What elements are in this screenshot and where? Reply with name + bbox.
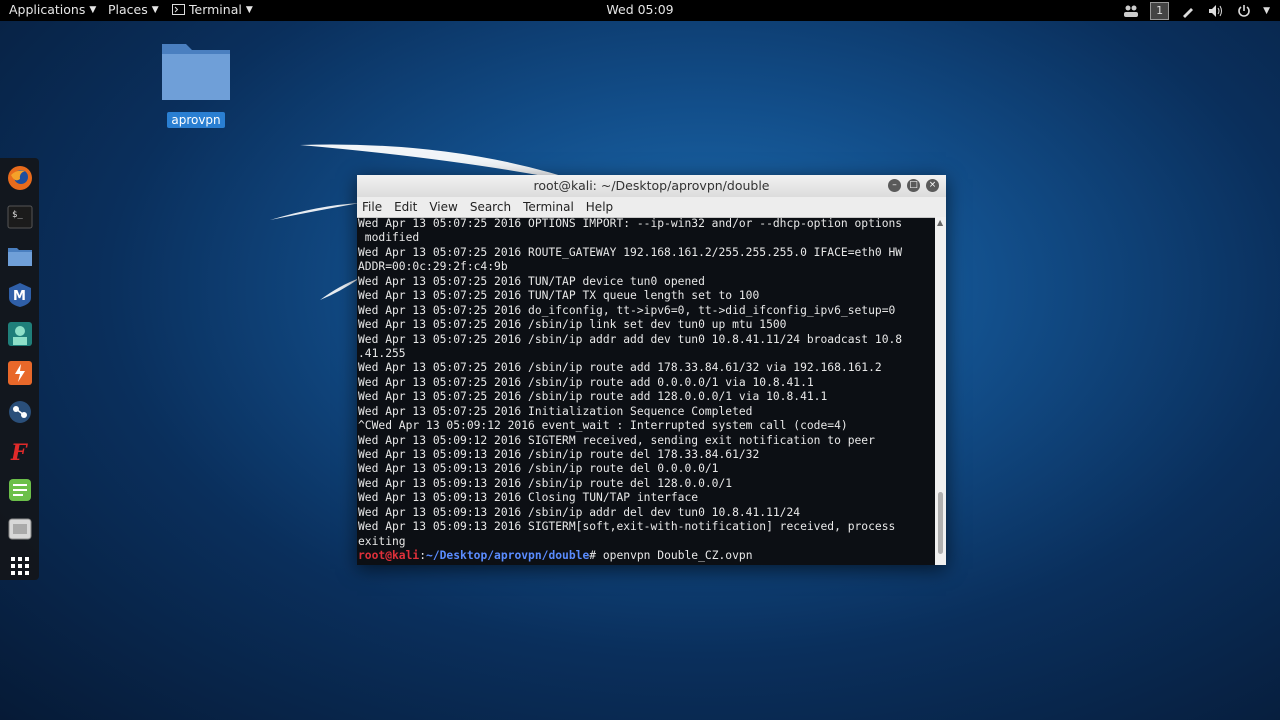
workspace-indicator[interactable]: 1 [1150, 1, 1170, 20]
terminal-line: Wed Apr 13 05:07:25 2016 /sbin/ip route … [358, 361, 882, 375]
prompt-symbol: # [589, 549, 603, 563]
terminal-line: ^CWed Apr 13 05:09:12 2016 event_wait : … [358, 419, 848, 433]
menu-terminal[interactable]: Terminal [523, 200, 574, 214]
menu-search[interactable]: Search [470, 200, 511, 214]
prompt-command: openvpn Double_CZ.ovpn [602, 549, 753, 563]
terminal-line: Wed Apr 13 05:07:25 2016 ROUTE_GATEWAY 1… [358, 245, 903, 259]
terminal-line: Wed Apr 13 05:09:13 2016 /sbin/ip addr d… [358, 505, 801, 519]
window-titlebar[interactable]: root@kali: ~/Desktop/aprovpn/double – □ … [357, 175, 946, 197]
terminal-line: Wed Apr 13 05:07:25 2016 /sbin/ip addr a… [358, 332, 903, 346]
users-icon[interactable] [1122, 3, 1140, 19]
menu-help[interactable]: Help [586, 200, 613, 214]
terminal-line: Wed Apr 13 05:09:13 2016 /sbin/ip route … [358, 462, 719, 476]
maltego-icon[interactable] [5, 397, 35, 427]
terminal-line: Wed Apr 13 05:09:13 2016 /sbin/ip route … [358, 448, 760, 461]
terminal-line: ADDR=00:0c:29:2f:c4:9b [358, 260, 508, 274]
terminal-line: Wed Apr 13 05:09:13 2016 /sbin/ip route … [358, 476, 733, 490]
prompt-user: root@kali [358, 549, 420, 563]
terminal-line: Wed Apr 13 05:09:13 2016 Closing TUN/TAP… [358, 491, 699, 505]
terminal-line: Wed Apr 13 05:07:25 2016 Initialization … [358, 404, 753, 418]
maximize-icon[interactable]: □ [907, 179, 920, 192]
svg-text:$_: $_ [12, 210, 23, 220]
scrollbar[interactable]: ▲ [935, 217, 946, 565]
window-title: root@kali: ~/Desktop/aprovpn/double [533, 178, 770, 193]
menu-view[interactable]: View [429, 200, 457, 214]
terminal-line: Wed Apr 13 05:07:25 2016 /sbin/ip link s… [358, 318, 787, 332]
terminal-line: modified [358, 231, 420, 245]
terminal-line: Wed Apr 13 05:09:13 2016 SIGTERM[soft,ex… [358, 520, 896, 534]
top-panel: Applications ▼ Places ▼ Terminal ▼ Wed 0… [0, 0, 1280, 21]
close-icon[interactable]: × [926, 179, 939, 192]
clock[interactable]: Wed 05:09 [0, 2, 1280, 17]
terminal-window[interactable]: root@kali: ~/Desktop/aprovpn/double – □ … [357, 175, 946, 565]
files-icon[interactable] [5, 241, 35, 271]
terminal-line: exiting [358, 534, 406, 548]
terminal-line: Wed Apr 13 05:07:25 2016 do_ifconfig, tt… [358, 303, 896, 317]
terminal-icon[interactable]: $_ [5, 202, 35, 232]
desktop-folder-label: aprovpn [167, 112, 225, 128]
terminal-line: Wed Apr 13 05:07:25 2016 TUN/TAP device … [358, 274, 705, 288]
armitage-icon[interactable] [5, 319, 35, 349]
dock: $_ M F [0, 158, 39, 580]
terminal-line: Wed Apr 13 05:07:25 2016 /sbin/ip route … [358, 390, 828, 404]
show-apps-icon[interactable] [5, 551, 35, 581]
svg-text:F: F [10, 440, 28, 464]
desktop-folder-aprovpn[interactable]: aprovpn [158, 38, 234, 128]
terminal-output[interactable]: Wed Apr 13 05:07:25 2016 OPTIONS IMPORT:… [357, 217, 936, 565]
prompt-sep: : [419, 549, 427, 563]
pen-icon[interactable] [1179, 3, 1197, 19]
burpsuite-icon[interactable] [5, 358, 35, 388]
folder-icon [162, 44, 230, 100]
scroll-up-icon[interactable]: ▲ [937, 218, 943, 227]
cherrytree-icon[interactable] [5, 514, 35, 544]
caret-down-icon[interactable]: ▼ [1263, 6, 1270, 16]
power-icon[interactable] [1235, 3, 1253, 19]
svg-text:M: M [13, 289, 26, 304]
prompt-path: ~/Desktop/aprovpn/double [426, 549, 590, 563]
terminal-menubar: File Edit View Search Terminal Help [357, 197, 946, 218]
terminal-prompt-line[interactable]: root@kali:~/Desktop/aprovpn/double# open… [358, 549, 936, 563]
faraday-icon[interactable]: F [5, 436, 35, 466]
terminal-line: Wed Apr 13 05:07:25 2016 /sbin/ip route … [358, 375, 814, 389]
menu-edit[interactable]: Edit [394, 200, 417, 214]
terminal-line: Wed Apr 13 05:07:25 2016 TUN/TAP TX queu… [358, 289, 760, 303]
terminal-line: Wed Apr 13 05:09:12 2016 SIGTERM receive… [358, 433, 875, 447]
volume-icon[interactable] [1207, 3, 1225, 19]
firefox-icon[interactable] [5, 163, 35, 193]
metasploit-icon[interactable]: M [5, 280, 35, 310]
minimize-icon[interactable]: – [888, 179, 901, 192]
scrollbar-thumb[interactable] [938, 492, 943, 554]
menu-file[interactable]: File [362, 200, 382, 214]
terminal-line: .41.255 [358, 346, 406, 360]
terminal-line: Wed Apr 13 05:07:25 2016 OPTIONS IMPORT:… [358, 217, 903, 230]
leafpad-icon[interactable] [5, 475, 35, 505]
